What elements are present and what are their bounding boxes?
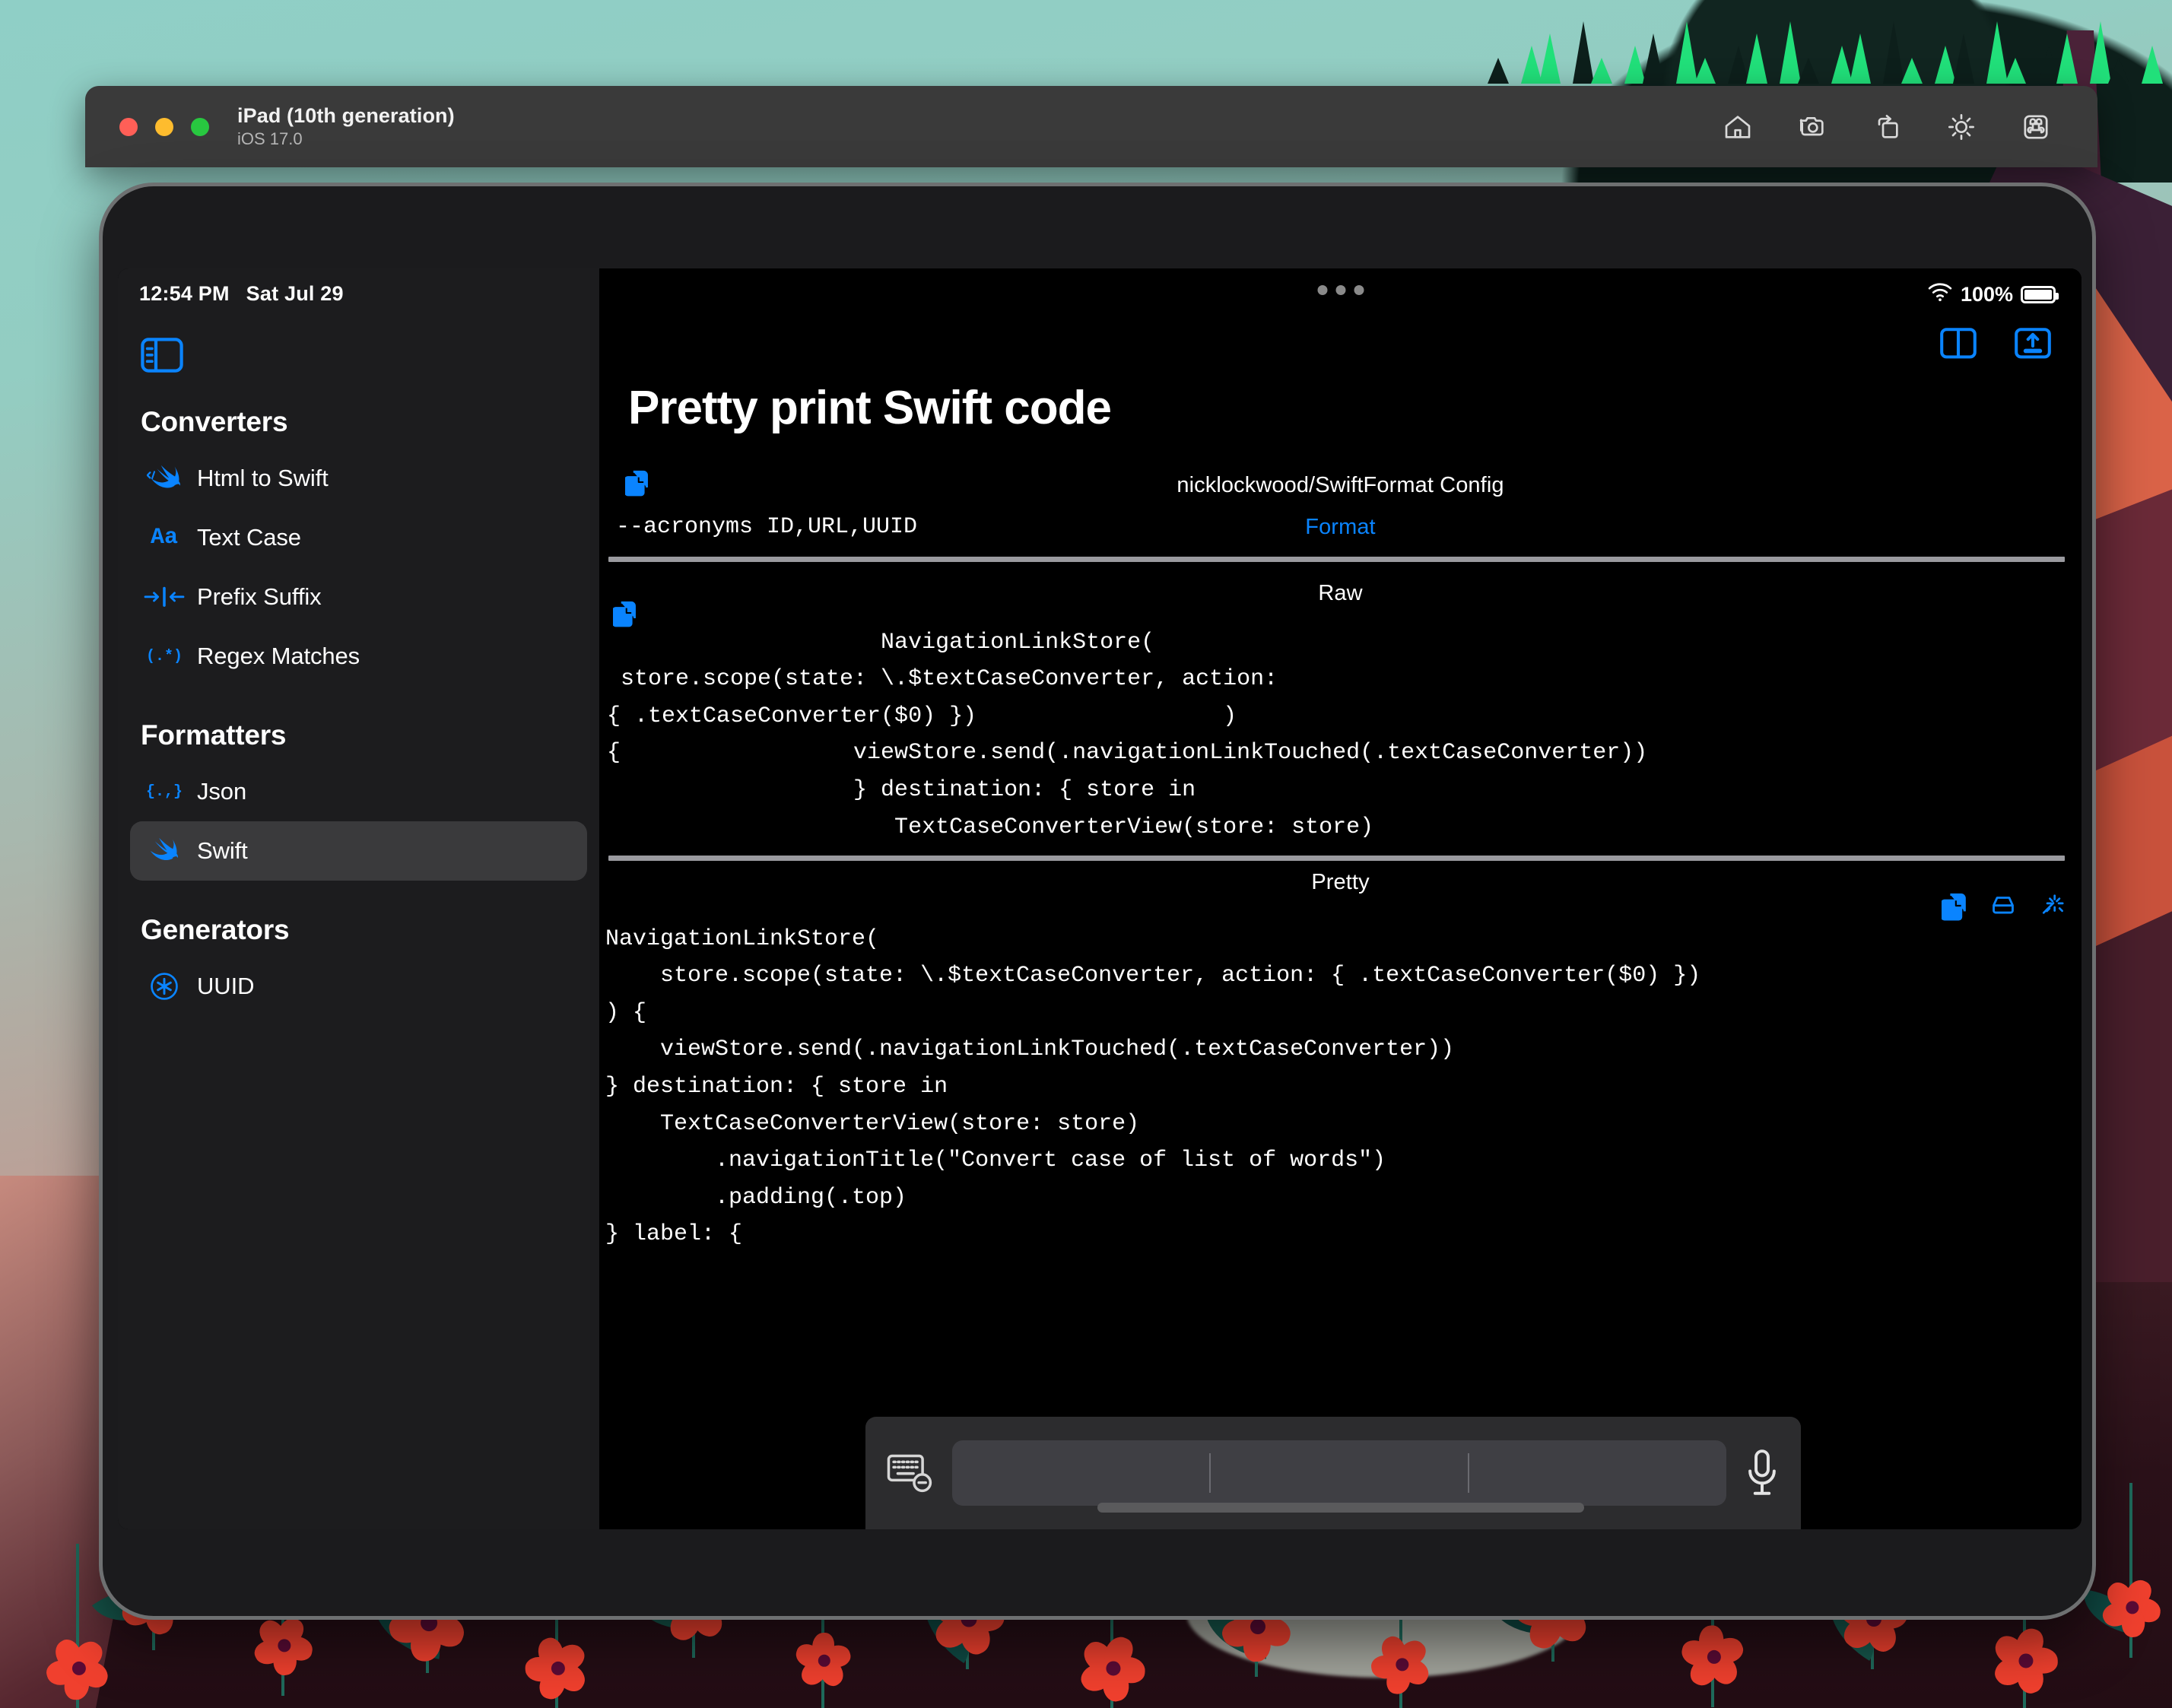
sidebar-item-text-case[interactable]: Aa Text Case — [130, 508, 587, 567]
sidebar-list-generators: UUID — [118, 957, 599, 1016]
simulator-os-version: iOS 17.0 — [237, 129, 303, 149]
battery-full-icon — [2021, 286, 2059, 303]
magic-wand-icon[interactable] — [2039, 893, 2065, 920]
status-bar-left: 12:54 PM Sat Jul 29 — [118, 282, 599, 306]
raw-label: Raw — [1318, 580, 1363, 605]
pretty-section-header: Pretty — [599, 869, 2082, 921]
main-top-actions — [1940, 328, 2051, 361]
raw-section-header: Raw — [599, 580, 2082, 627]
predictive-slot-1[interactable] — [952, 1440, 1209, 1506]
main-content: 100% Pretty print Swift code nicklockwoo… — [599, 268, 2082, 1529]
sidebar-item-label: Prefix Suffix — [197, 583, 322, 610]
sidebar-toggle-icon[interactable] — [141, 338, 183, 373]
page-title: Pretty print Swift code — [628, 382, 1112, 434]
sidebar-item-regex-matches[interactable]: (.*) Regex Matches — [130, 627, 587, 686]
home-indicator[interactable] — [1097, 1503, 1584, 1513]
pretty-label: Pretty — [1311, 869, 1370, 894]
sidebar-item-label: Html to Swift — [197, 465, 329, 491]
zoom-window-button[interactable] — [191, 117, 209, 136]
status-time: 12:54 PM — [139, 282, 230, 305]
three-dots-handle[interactable] — [1317, 285, 1364, 295]
sidebar-item-json[interactable]: {.,} Json — [130, 762, 587, 821]
swift-bird-code-icon — [142, 464, 186, 493]
ipad-screen: 12:54 PM Sat Jul 29 Converters Html to Sw… — [118, 268, 2082, 1529]
sidebar-item-uuid[interactable]: UUID — [130, 957, 587, 1016]
share-up-icon[interactable] — [2015, 328, 2051, 361]
sidebar-item-swift[interactable]: Swift — [130, 821, 587, 881]
sidebar-list-converters: Html to Swift Aa Text Case Prefix Suffix (.*… — [118, 449, 599, 686]
copy-doc-icon[interactable] — [612, 601, 637, 628]
simulator-device-name: iPad (10th generation) — [237, 104, 455, 128]
predictive-text-bar[interactable] — [952, 1440, 1726, 1506]
keyboard-shortcuts-icon[interactable] — [2020, 111, 2052, 143]
json-braces-icon: {.,} — [145, 783, 183, 801]
simulator-title-group: iPad (10th generation) iOS 17.0 — [237, 104, 455, 148]
keyboard-minimize-icon[interactable] — [887, 1452, 934, 1494]
ipad-device-frame: 12:54 PM Sat Jul 29 Converters Html to Sw… — [99, 183, 2096, 1620]
sidebar-section-title-generators: Generators — [141, 914, 290, 945]
sidebar-sections: Converters Html to Swift Aa Text Case Prefix… — [118, 406, 599, 1016]
sidebar-section-title-converters: Converters — [141, 406, 288, 437]
home-icon[interactable] — [1722, 111, 1754, 143]
asterisk-circle-icon — [142, 972, 186, 1001]
sidebar-list-formatters: {.,} Json Swift — [118, 762, 599, 881]
rotate-icon[interactable] — [1871, 111, 1903, 143]
close-window-button[interactable] — [119, 117, 138, 136]
minimize-window-button[interactable] — [155, 117, 173, 136]
prefix-suffix-icon — [142, 586, 186, 608]
microphone-icon[interactable] — [1745, 1448, 1780, 1498]
text-case-icon: Aa — [150, 525, 178, 551]
copy-doc-icon[interactable] — [1941, 893, 1967, 921]
simulator-toolbar — [1722, 111, 2052, 143]
status-date: Sat Jul 29 — [246, 282, 344, 305]
sidebar-section-title-formatters: Formatters — [141, 719, 287, 751]
wifi-icon — [1927, 282, 1953, 307]
sidebar-item-label: UUID — [197, 973, 255, 999]
pretty-tools — [1941, 893, 2065, 921]
sidebar-item-html-to-swift[interactable]: Html to Swift — [130, 449, 587, 508]
battery-percent-label: 100% — [1960, 283, 2013, 306]
swift-bird-icon — [142, 837, 186, 865]
predictive-slot-2[interactable] — [1211, 1440, 1468, 1506]
app-sidebar: 12:54 PM Sat Jul 29 Converters Html to Sw… — [118, 268, 599, 1529]
config-block: nicklockwood/SwiftFormat Config --acrony… — [599, 470, 2082, 546]
config-label: nicklockwood/SwiftFormat Config — [1176, 473, 1504, 497]
raw-code-text[interactable]: NavigationLinkStore( store.scope(state: … — [607, 624, 2082, 845]
brightness-icon[interactable] — [1945, 111, 1977, 143]
save-drive-icon[interactable] — [1990, 893, 2016, 920]
copy-doc-icon[interactable] — [624, 470, 649, 497]
simulator-title-bar: iPad (10th generation) iOS 17.0 — [85, 86, 2097, 167]
status-bar-right: 100% — [1927, 282, 2059, 307]
sidebar-item-label: Json — [197, 778, 247, 805]
sidebar-item-label: Regex Matches — [197, 643, 360, 669]
predictive-slot-3[interactable] — [1469, 1440, 1726, 1506]
regex-icon: (.*) — [145, 647, 183, 665]
wallpaper-foliage-spikes — [1488, 15, 2172, 84]
split-view-icon[interactable] — [1940, 328, 1977, 361]
divider-middle — [608, 855, 2065, 861]
config-code-text[interactable]: --acronyms ID,URL,UUID — [616, 509, 2082, 546]
window-traffic-lights — [119, 117, 209, 136]
screenshot-camera-icon[interactable] — [1796, 111, 1828, 143]
sidebar-item-label: Text Case — [197, 524, 301, 551]
sidebar-item-label: Swift — [197, 837, 248, 864]
sidebar-item-prefix-suffix[interactable]: Prefix Suffix — [130, 567, 587, 627]
